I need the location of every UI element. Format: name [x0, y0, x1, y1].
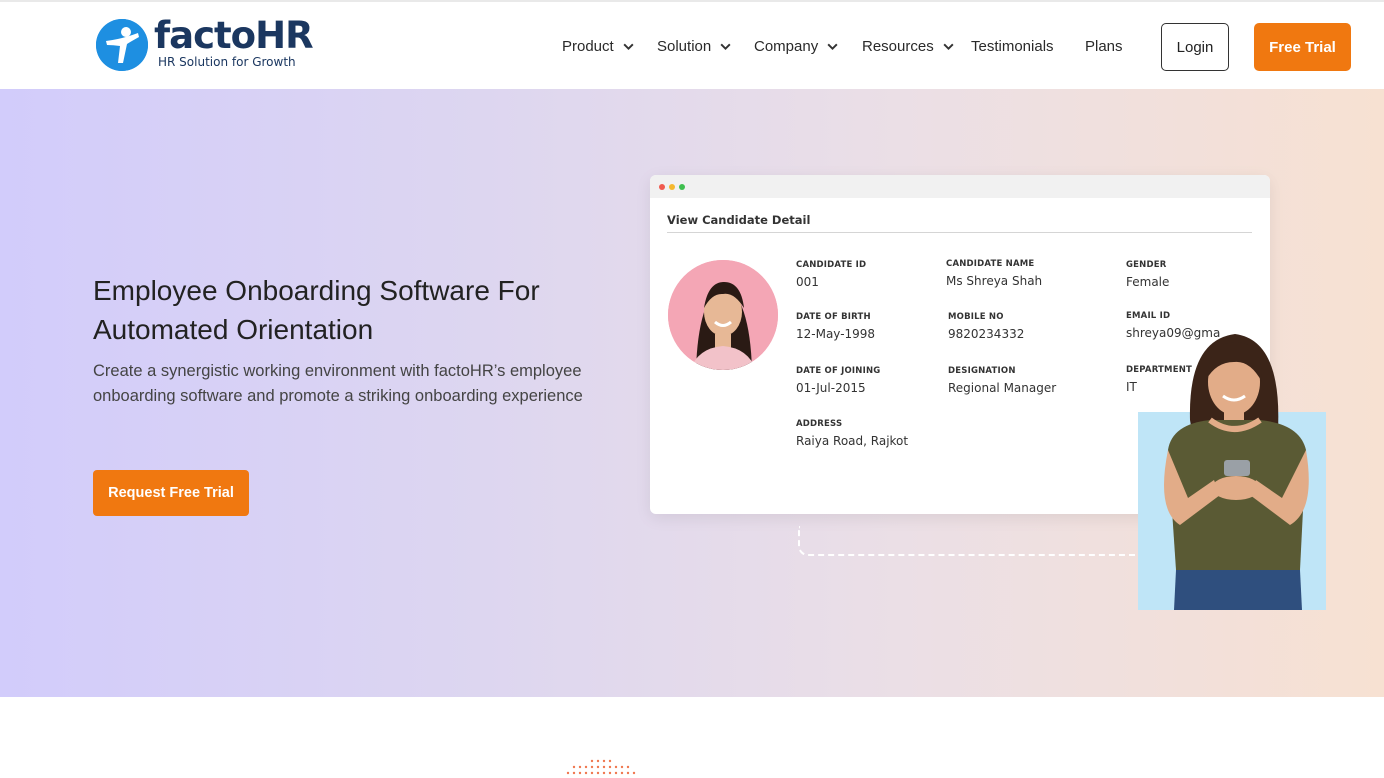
field-address: ADDRESS Raiya Road, Rajkot: [796, 419, 908, 448]
field-value: 12-May-1998: [796, 327, 876, 341]
window-dot-yellow-icon: [669, 183, 675, 190]
site-header: factoHR HR Solution for Growth Product S…: [0, 0, 1384, 89]
nav-plans[interactable]: Plans: [1085, 38, 1123, 55]
nav-solution[interactable]: Solution: [657, 38, 732, 55]
card-divider: [667, 232, 1252, 233]
decorative-dots: [566, 759, 636, 775]
field-value: Raiya Road, Rajkot: [796, 434, 909, 448]
field-label: ADDRESS: [796, 419, 843, 429]
nav-testimonials[interactable]: Testimonials: [971, 38, 1054, 55]
candidate-avatar: [668, 260, 778, 370]
field-candidate-name: CANDIDATE NAME Ms Shreya Shah: [946, 259, 1042, 288]
free-trial-button[interactable]: Free Trial: [1254, 23, 1351, 71]
field-value: 01-Jul-2015: [796, 381, 866, 395]
nav-solution-label: Solution: [657, 38, 712, 55]
chevron-down-icon: [720, 43, 731, 51]
field-gender: GENDER Female: [1126, 260, 1169, 289]
field-value: Ms Shreya Shah: [946, 274, 1043, 288]
field-value: Regional Manager: [948, 381, 1057, 395]
brand-name: factoHR: [154, 14, 314, 57]
field-value: 001: [796, 275, 819, 289]
nav-plans-label: Plans: [1085, 38, 1123, 55]
field-label: CANDIDATE NAME: [946, 259, 1035, 269]
hero-title-line1: Employee Onboarding Software For: [93, 275, 540, 306]
field-label: DESIGNATION: [948, 366, 1016, 376]
hero-title-line2: Automated Orientation: [93, 314, 374, 345]
hero-description: Create a synergistic working environment…: [93, 362, 583, 405]
chevron-down-icon: [827, 43, 838, 51]
nav-resources-label: Resources: [862, 38, 934, 55]
field-candidate-id: CANDIDATE ID 001: [796, 260, 866, 289]
nav-product-label: Product: [562, 38, 614, 55]
field-label: DATE OF JOINING: [796, 366, 881, 376]
field-date-of-joining: DATE OF JOINING 01-Jul-2015: [796, 366, 880, 395]
login-button[interactable]: Login: [1161, 23, 1229, 71]
chevron-down-icon: [943, 43, 954, 51]
nav-testimonials-label: Testimonials: [971, 38, 1054, 55]
hero-section: Employee Onboarding Software For Automat…: [0, 89, 1384, 697]
window-dot-red-icon: [659, 183, 665, 190]
request-free-trial-button[interactable]: Request Free Trial: [93, 470, 249, 516]
nav-company-label: Company: [754, 38, 819, 55]
nav-product[interactable]: Product: [562, 38, 635, 55]
window-titlebar: [650, 175, 1270, 198]
brand-tagline: HR Solution for Growth: [158, 55, 296, 69]
field-value: Female: [1126, 275, 1170, 289]
chevron-down-icon: [623, 43, 634, 51]
field-mobile-no: MOBILE NO 9820234332: [948, 312, 1024, 341]
field-label: DATE OF BIRTH: [796, 312, 871, 322]
field-designation: DESIGNATION Regional Manager: [948, 366, 1056, 395]
hero-title: Employee Onboarding Software For Automat…: [93, 271, 613, 349]
nav-resources[interactable]: Resources: [862, 38, 955, 55]
window-dot-green-icon: [679, 183, 685, 190]
field-value: 9820234332: [948, 327, 1025, 341]
woman-with-phone-illustration: [1164, 334, 1309, 610]
field-label: CANDIDATE ID: [796, 260, 867, 270]
person-logo-icon: [96, 19, 148, 71]
dashed-connector: [798, 526, 1138, 556]
field-date-of-birth: DATE OF BIRTH 12-May-1998: [796, 312, 875, 341]
field-label: MOBILE NO: [948, 312, 1004, 322]
card-title: View Candidate Detail: [667, 213, 811, 227]
factohr-logo[interactable]: factoHR HR Solution for Growth: [96, 14, 314, 72]
field-label: GENDER: [1126, 260, 1167, 270]
nav-company[interactable]: Company: [754, 38, 839, 55]
